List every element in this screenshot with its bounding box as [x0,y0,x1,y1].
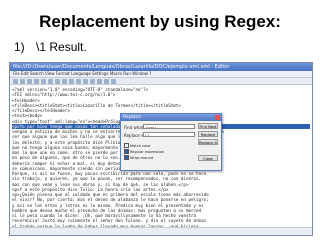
print-icon[interactable] [48,79,53,84]
checkbox-box[interactable] [124,155,129,160]
editor-menubar[interactable]: File Edit Search View Format Language Se… [10,71,312,78]
save-icon[interactable] [27,79,32,84]
replace-dialog: Replace Find what: (<p>) Replace with: \… [120,113,222,171]
slide-title: Replacement by using Regex: [39,12,281,31]
checkbox-box[interactable] [124,143,129,148]
checkbox-box[interactable] [124,149,129,154]
replace-with-input[interactable]: \1 [143,132,195,137]
replace-dialog-title: Replace [121,114,221,121]
match-case-label: Match case [130,143,151,148]
cut-icon[interactable] [55,79,60,84]
replace-icon[interactable] [97,79,102,84]
paste-icon[interactable] [69,79,74,84]
find-what-label: Find what: [124,125,145,130]
close-button[interactable]: Close [198,155,218,161]
regex-checkbox[interactable]: Regular expression [124,149,164,154]
status-bar [10,227,312,235]
find-what-input[interactable]: (<p>) [143,124,195,129]
save-all-icon[interactable] [34,79,39,84]
new-file-icon[interactable] [13,79,18,84]
wrap-around-checkbox[interactable]: Wrap around [124,155,153,160]
bullet-number: 1) [14,40,25,54]
close-icon[interactable] [215,115,220,120]
close-file-icon[interactable] [41,79,46,84]
open-file-icon[interactable] [20,79,25,84]
zoom-in-icon[interactable] [104,79,109,84]
find-icon[interactable] [90,79,95,84]
bullet-result: 1) \1 Result. [14,40,95,54]
match-case-checkbox[interactable]: Match case [124,143,150,148]
editor-screenshot: file:///D:/Users/user/Documents/Lenguas/… [9,62,313,236]
wrap-around-label: Wrap around [130,155,154,160]
copy-icon[interactable] [62,79,67,84]
find-next-button[interactable]: Find Next [198,123,218,129]
undo-icon[interactable] [76,79,81,84]
bullet-text: \1 Result. [36,40,87,54]
replace-all-button[interactable]: Replace All [198,139,218,145]
editor-titlebar: file:///D:/Users/user/Documents/Lenguas/… [10,63,312,71]
zoom-out-icon[interactable] [111,79,116,84]
editor-toolbar [10,78,312,85]
replace-button[interactable]: Replace [198,131,218,137]
regex-label: Regular expression [130,149,165,154]
redo-icon[interactable] [83,79,88,84]
